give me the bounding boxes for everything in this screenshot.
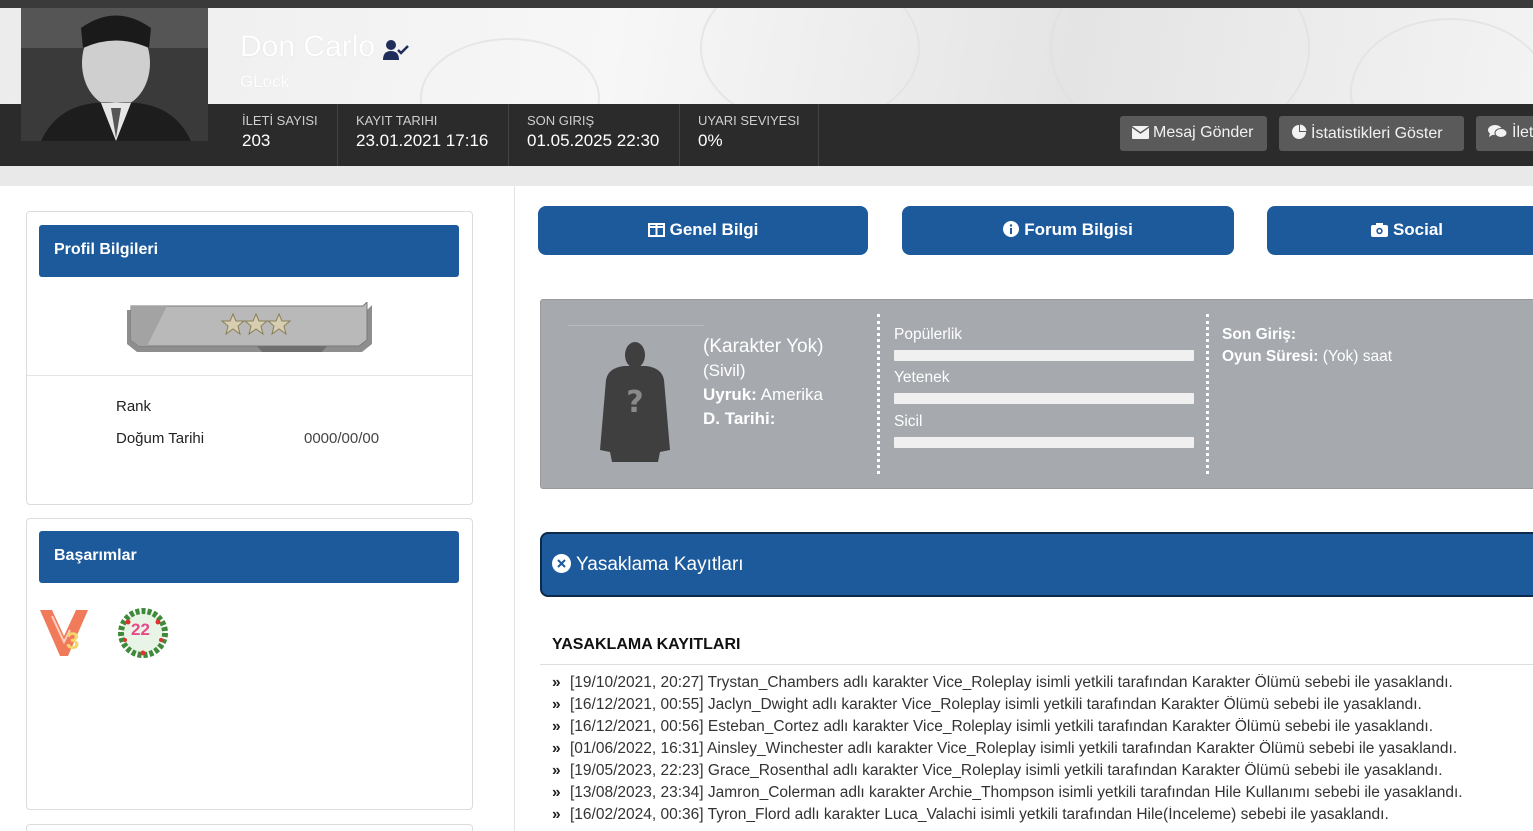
character-divider-right xyxy=(1206,314,1209,474)
tab-label: Genel Bilgi xyxy=(669,220,759,239)
tab-label: Social xyxy=(1392,220,1444,239)
stat-register-date: KAYIT TARIHI 23.01.2021 17:16 xyxy=(338,104,509,166)
record-bar xyxy=(894,437,1194,448)
double-chevron-icon: » xyxy=(552,674,561,691)
profile-usergroup: GLock xyxy=(240,72,290,91)
double-chevron-icon: » xyxy=(552,740,561,757)
user-verified-icon xyxy=(383,40,409,60)
ban-record-item: » [01/06/2022, 16:31] Ainsley_Winchester … xyxy=(552,740,1533,762)
stat-label: SON GIRIŞ xyxy=(527,113,595,128)
tab-general-info[interactable]: Genel Bilgi xyxy=(538,206,868,255)
character-divider-left xyxy=(877,314,880,474)
ban-records-rule xyxy=(540,664,1533,665)
badge-number: 22 xyxy=(131,620,150,639)
profile-card-header: Profil Bilgileri xyxy=(39,225,459,277)
ban-record-text: [16/12/2021, 00:55] Jaclyn_Dwight adlı k… xyxy=(570,696,1422,713)
ban-record-text: [16/12/2021, 00:56] Esteban_Cortez adlı … xyxy=(570,718,1434,735)
profile-divider xyxy=(27,375,472,376)
ban-record-item: » [16/12/2021, 00:56] Esteban_Cortez adlı… xyxy=(552,718,1533,740)
ban-record-text: [01/06/2022, 16:31] Ainsley_Winchester a… xyxy=(570,740,1458,757)
posts-button[interactable]: İleti xyxy=(1476,116,1533,151)
playtime-value: (Yok) saat xyxy=(1322,348,1392,365)
camera-icon xyxy=(1370,223,1388,237)
columns-icon xyxy=(647,223,665,237)
ban-record-text: [19/10/2021, 20:27] Trystan_Chambers adl… xyxy=(570,674,1453,691)
character-birth-label: D. Tarihi: xyxy=(703,409,776,428)
birth-date-label: Doğum Tarihi xyxy=(116,430,205,447)
top-strip xyxy=(0,0,1533,8)
profile-username: Don Carlo xyxy=(240,30,376,63)
avatar[interactable] xyxy=(21,8,208,141)
tab-label: Forum Bilgisi xyxy=(1024,220,1133,239)
stat-value: 0% xyxy=(698,131,723,150)
ban-record-item: » [16/12/2021, 00:55] Jaclyn_Dwight adlı … xyxy=(552,696,1533,718)
vice-badge-icon xyxy=(40,610,88,656)
nationality-label: Uyruk: xyxy=(703,385,757,404)
stat-value: 01.05.2025 22:30 xyxy=(527,131,660,150)
ban-record-item: » [19/05/2023, 22:23] Grace_Rosenthal adl… xyxy=(552,762,1533,784)
ban-records-list: » [19/10/2021, 20:27] Trystan_Chambers ad… xyxy=(552,674,1533,828)
pie-chart-icon xyxy=(1292,124,1307,139)
cover-banner xyxy=(0,8,1533,104)
popularity-label: Popülerlik xyxy=(894,326,963,343)
send-message-label: Mesaj Gönder xyxy=(1153,124,1254,141)
nationality-value: Amerika xyxy=(760,385,824,404)
stat-value: 23.01.2021 17:16 xyxy=(356,131,489,150)
ban-record-item: » [13/08/2023, 23:34] Jamron_Colerman adl… xyxy=(552,784,1533,806)
ban-record-text: [19/05/2023, 22:23] Grace_Rosenthal adlı… xyxy=(570,762,1443,779)
badge-number: 3 xyxy=(66,628,80,655)
skill-bar xyxy=(894,393,1194,404)
rank-label: Rank xyxy=(116,398,152,415)
birth-date-value: 0000/00/00 xyxy=(304,430,380,447)
stat-label: KAYIT TARIHI xyxy=(356,113,438,128)
ban-record-text: [16/02/2024, 00:36] Tyron_Flord adlı kar… xyxy=(570,806,1389,823)
character-status: (Sivil) xyxy=(703,361,746,380)
column-divider xyxy=(514,186,515,831)
stat-last-login: SON GIRIŞ 01.05.2025 22:30 xyxy=(509,104,680,166)
record-label: Sicil xyxy=(894,413,923,430)
double-chevron-icon: » xyxy=(552,806,561,823)
double-chevron-icon: » xyxy=(552,718,561,735)
double-chevron-icon: » xyxy=(552,762,561,779)
double-chevron-icon: » xyxy=(552,696,561,713)
svg-text:?: ? xyxy=(626,385,643,420)
popularity-bar xyxy=(894,350,1194,361)
show-statistics-button[interactable]: İstatistikleri Göster xyxy=(1279,116,1464,151)
posts-label: İleti xyxy=(1512,124,1533,141)
rank-stars-icon xyxy=(127,302,372,352)
tab-social[interactable]: Social xyxy=(1267,206,1533,255)
send-message-button[interactable]: Mesaj Gönder xyxy=(1120,116,1267,151)
show-statistics-label: İstatistikleri Göster xyxy=(1311,125,1443,142)
stat-warning-level: UYARI SEVIYESI 0% xyxy=(680,104,819,166)
envelope-icon xyxy=(1131,126,1150,139)
comments-icon xyxy=(1488,125,1508,138)
info-circle-icon xyxy=(1003,221,1020,237)
header-separator xyxy=(0,166,1533,186)
achievement-badge-wreath[interactable]: 22 xyxy=(118,608,168,658)
ban-records-header[interactable]: Yasaklama Kayıtları xyxy=(540,532,1533,597)
character-nationality: Uyruk: Amerika xyxy=(703,385,823,405)
double-chevron-icon: » xyxy=(552,784,561,801)
achievement-badge-vice[interactable]: 3 xyxy=(38,606,90,658)
ban-record-item: » [16/02/2024, 00:36] Tyron_Flord adlı ka… xyxy=(552,806,1533,828)
playtime-row: Oyun Süresi: (Yok) saat xyxy=(1222,348,1392,366)
playtime-label: Oyun Süresi: xyxy=(1222,348,1319,365)
ban-records-title: YASAKLAMA KAYITLARI xyxy=(552,636,741,653)
next-card-edge xyxy=(26,824,473,831)
close-circle-icon xyxy=(552,554,571,573)
ban-record-text: [13/08/2023, 23:34] Jamron_Colerman adlı… xyxy=(570,784,1463,801)
unknown-character-icon: ? xyxy=(600,342,670,462)
stat-post-count: İLETİ SAYISI 203 xyxy=(222,104,338,166)
stat-label: UYARI SEVIYESI xyxy=(698,113,800,128)
character-image-rule xyxy=(568,325,704,326)
stat-label: İLETİ SAYISI xyxy=(242,113,318,128)
ban-record-item: » [19/10/2021, 20:27] Trystan_Chambers ad… xyxy=(552,674,1533,696)
achievements-header: Başarımlar xyxy=(39,531,459,583)
ban-records-header-label: Yasaklama Kayıtları xyxy=(576,554,744,575)
last-login-label: Son Giriş: xyxy=(1222,326,1297,343)
character-name: (Karakter Yok) xyxy=(703,336,824,357)
stat-value: 203 xyxy=(242,131,271,150)
tab-forum-info[interactable]: Forum Bilgisi xyxy=(902,206,1234,255)
skill-label: Yetenek xyxy=(894,369,950,386)
